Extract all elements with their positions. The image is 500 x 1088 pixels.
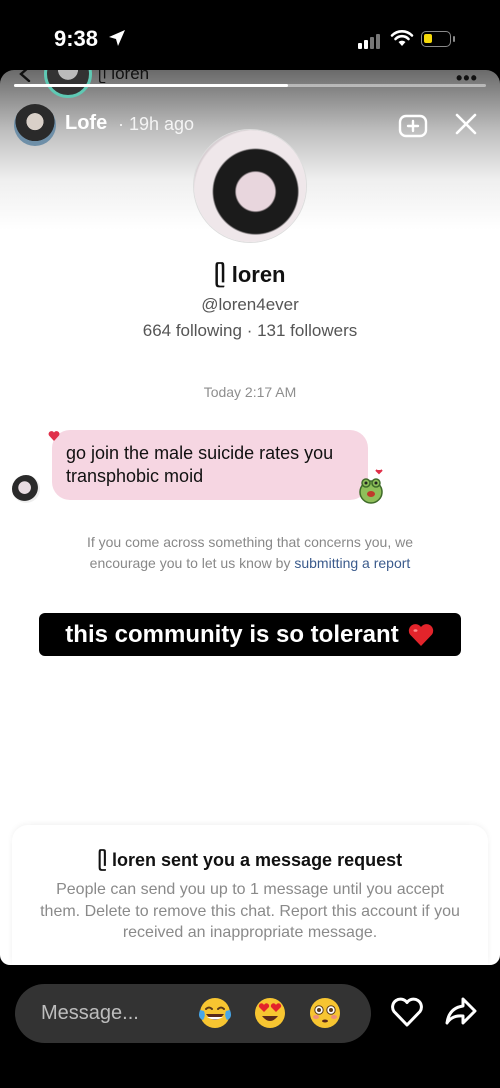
story-viewer: ᥫ loren ••• Lofe · 19h ago ᥫ loren @lore… — [0, 70, 500, 965]
like-heart-icon[interactable] — [390, 996, 424, 1028]
flushed-emoji-icon[interactable] — [308, 996, 342, 1030]
wifi-icon — [390, 30, 414, 46]
reply-bar[interactable]: Message... — [15, 984, 371, 1043]
tears-of-joy-emoji-icon[interactable] — [198, 996, 232, 1030]
poster-avatar[interactable] — [14, 104, 56, 146]
battery-icon — [421, 31, 455, 47]
red-heart-icon — [408, 623, 433, 646]
sender-avatar — [12, 475, 40, 503]
status-bar: 9:38 — [0, 0, 500, 70]
poster-time: · 19h ago — [118, 114, 195, 134]
heart-eyes-emoji-icon[interactable] — [253, 996, 287, 1030]
request-body: People can send you up to 1 message unti… — [40, 881, 460, 941]
story-progress-bar — [14, 84, 486, 87]
message-input[interactable]: Message... — [41, 1002, 139, 1025]
add-to-story-icon[interactable] — [398, 112, 428, 138]
profile-handle: @loren4ever — [201, 295, 299, 314]
report-note: If you come across something that concer… — [60, 532, 440, 574]
cellular-signal-icon — [358, 34, 380, 49]
share-arrow-icon[interactable] — [444, 996, 478, 1028]
request-title: ᥫ loren sent you a message request — [97, 850, 403, 870]
profile-avatar[interactable] — [194, 130, 306, 242]
location-arrow-icon — [109, 30, 125, 46]
poster-name[interactable]: Lofe — [65, 112, 107, 135]
chat-title: ᥫ loren — [98, 70, 150, 83]
profile-stats: 664 following · 131 followers — [142, 321, 358, 340]
frog-sticker-icon — [359, 469, 383, 504]
caption-text: this community is so tolerant — [65, 620, 399, 648]
message-bubble[interactable]: go join the male suicide rates you trans… — [52, 430, 368, 500]
submit-report-link[interactable]: submitting a report — [294, 555, 410, 571]
profile-name: ᥫ loren — [214, 262, 286, 287]
status-time: 9:38 — [54, 26, 99, 51]
heart-reaction-icon — [48, 431, 60, 441]
message-timestamp: Today 2:17 AM — [203, 384, 297, 400]
close-icon[interactable] — [454, 112, 478, 136]
story-caption: this community is so tolerant — [39, 613, 461, 656]
back-arrow-icon[interactable] — [18, 70, 32, 82]
message-request-card: ᥫ loren sent you a message request Peopl… — [12, 825, 488, 965]
